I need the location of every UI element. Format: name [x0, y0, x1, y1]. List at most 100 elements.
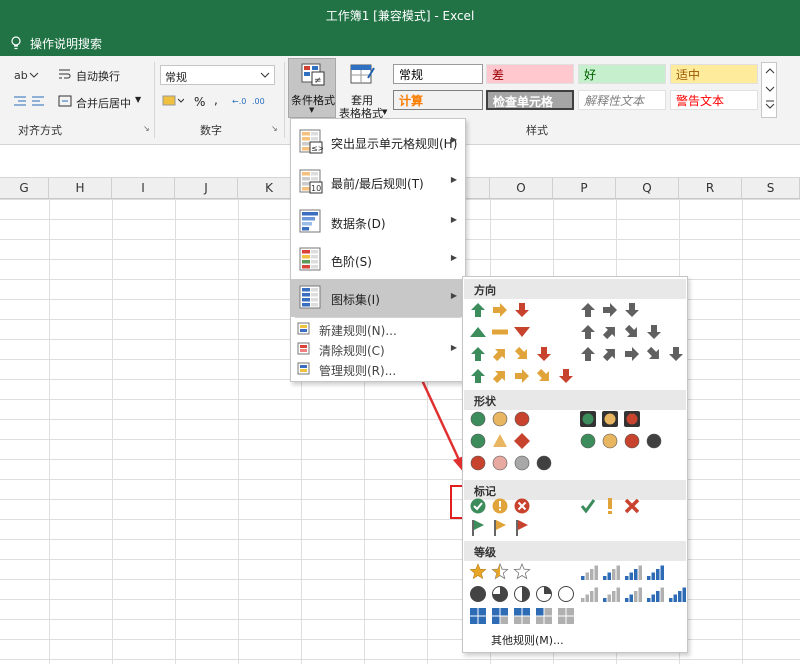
- red-to-black-icon: [470, 455, 552, 471]
- tell-me-bar[interactable]: 操作说明搜索: [0, 30, 800, 56]
- orientation-icon[interactable]: ab: [14, 68, 40, 82]
- 5-arrows-gray-icon: [581, 346, 683, 362]
- menu-item-new-rule[interactable]: 新建规则(N)...: [291, 319, 465, 339]
- 3-signs-icon-set[interactable]: [469, 430, 579, 452]
- styles-group-label: 样式: [526, 124, 548, 137]
- menu-item-manage-rules[interactable]: 管理规则(R)...: [291, 359, 465, 379]
- 3-arrows-gray-icon-set[interactable]: [579, 299, 689, 321]
- cell-style-6[interactable]: 检查单元格: [486, 90, 574, 110]
- menu-item-label: 管理规则(R)...: [319, 364, 397, 378]
- 3-flags-icon: [472, 520, 528, 536]
- divider: [154, 62, 155, 138]
- manage-rules-icon: [297, 362, 310, 375]
- currency-icon[interactable]: [162, 94, 184, 108]
- menu-divider: [295, 317, 461, 318]
- menu-item-top-bottom-rules[interactable]: 10 最前/最后规则(T) ▶: [291, 163, 465, 201]
- 3-flags-icon-set[interactable]: [469, 517, 579, 539]
- cell-style-4[interactable]: 适中: [670, 64, 758, 84]
- 3-arrows-colored-icon-set[interactable]: [469, 299, 579, 321]
- chevron-right-icon: ▶: [450, 253, 457, 262]
- chevron-right-icon: ▶: [450, 215, 457, 224]
- gallery-scroll[interactable]: [761, 62, 777, 118]
- chevron-down-icon[interactable]: ▼: [382, 108, 387, 116]
- window-title: 工作簿1 [兼容模式] - Excel: [325, 9, 475, 23]
- menu-item-color-scales[interactable]: 色阶(S) ▶: [291, 241, 465, 279]
- more-rules-link[interactable]: 其他规则(M)...: [491, 632, 564, 648]
- dialog-launcher-icon[interactable]: ↘: [143, 124, 150, 133]
- 5-arrows-colored-icon: [471, 368, 573, 384]
- section-title: 方向: [474, 284, 496, 297]
- 3-stars-icon-set[interactable]: [469, 561, 579, 583]
- title-bar: 工作簿1 [兼容模式] - Excel: [0, 0, 800, 30]
- 3-traffic-lights-rimmed-icon-set[interactable]: [579, 408, 689, 430]
- 3-symbols-icon-set[interactable]: [579, 495, 689, 517]
- menu-item-data-bars[interactable]: 数据条(D) ▶: [291, 203, 465, 241]
- column-header[interactable]: H: [49, 178, 112, 198]
- number-format-select[interactable]: 常规: [160, 65, 275, 85]
- svg-text:←.0: ←.0: [232, 97, 246, 106]
- column-header[interactable]: R: [679, 178, 742, 198]
- number-group-label: 数字: [200, 124, 222, 137]
- chevron-down-icon: ▼: [309, 106, 315, 114]
- cell-style-1[interactable]: 常规: [393, 64, 483, 84]
- 3-traffic-lights-icon-set[interactable]: [469, 408, 579, 430]
- column-header[interactable]: G: [0, 178, 49, 198]
- icon-sets-panel: 方向 形状 标记 等级 其他规则(M)...: [462, 276, 688, 653]
- 3-symbols-circled-icon-set[interactable]: [469, 495, 579, 517]
- 3-triangles-icon-set[interactable]: [469, 321, 579, 343]
- red-to-black-icon-set[interactable]: [469, 452, 579, 474]
- svg-text:≤>: ≤>: [311, 144, 323, 153]
- clear-rules-icon: [297, 342, 310, 355]
- 4-arrows-colored-icon-set[interactable]: [469, 343, 579, 365]
- icon-sets-icon: [299, 285, 321, 309]
- 4-arrows-gray-icon-set[interactable]: [579, 321, 689, 343]
- 4-ratings-icon-set[interactable]: [579, 561, 689, 583]
- 4-traffic-lights-icon-set[interactable]: [579, 430, 689, 452]
- column-header[interactable]: I: [112, 178, 175, 198]
- column-header[interactable]: S: [742, 178, 800, 198]
- icon-set-section-header: 方向: [464, 279, 686, 299]
- section-title: 形状: [474, 395, 496, 408]
- 5-arrows-gray-icon-set[interactable]: [579, 343, 689, 365]
- chevron-down-icon[interactable]: ▼: [135, 95, 141, 104]
- percent-button[interactable]: %: [194, 95, 205, 109]
- merge-center-button[interactable]: 合并后居中: [76, 95, 131, 111]
- cell-style-3[interactable]: 好: [578, 64, 666, 84]
- column-header[interactable]: Q: [616, 178, 679, 198]
- comma-button[interactable]: ,: [214, 93, 218, 107]
- 3-signs-icon: [470, 433, 530, 449]
- 3-triangles-icon: [470, 327, 530, 337]
- svg-text:.00: .00: [252, 97, 265, 106]
- menu-item-label: 色阶(S): [331, 255, 372, 269]
- conditional-format-menu: ≤> 突出显示单元格规则(H) ▶ 10 最前/最后规则(T) ▶ 数据条(D) ▶ 色阶(S)…: [290, 118, 466, 382]
- conditional-format-button[interactable]: ≠ 条件格式 ▼: [288, 58, 336, 118]
- icon-set-section-header: 形状: [464, 390, 686, 410]
- menu-item-highlight-rules[interactable]: ≤> 突出显示单元格规则(H) ▶: [291, 123, 465, 161]
- menu-item-clear-rules[interactable]: 清除规则(C) ▶: [291, 339, 465, 359]
- wrap-text-button[interactable]: 自动换行: [76, 68, 120, 84]
- svg-text:ab: ab: [14, 69, 28, 82]
- cell-style-2[interactable]: 差: [486, 64, 574, 84]
- cell-style-5[interactable]: 计算: [393, 90, 483, 110]
- menu-item-icon-sets[interactable]: 图标集(I) ▶: [291, 279, 465, 317]
- table-format-icon[interactable]: [350, 62, 376, 88]
- 5-boxes-icon-set[interactable]: [469, 605, 579, 627]
- 5-ratings-icon-set[interactable]: [579, 583, 689, 605]
- decimal-icons[interactable]: ←.0 .00: [232, 94, 272, 108]
- section-title: 等级: [474, 546, 496, 559]
- cell-style-8[interactable]: 警告文本: [670, 90, 758, 110]
- dialog-launcher-icon[interactable]: ↘: [271, 124, 278, 133]
- 5-quarters-icon-set[interactable]: [469, 583, 579, 605]
- new-rule-icon: [297, 322, 310, 335]
- indent-icon[interactable]: [12, 94, 46, 108]
- cell-style-7[interactable]: 解释性文本: [578, 90, 666, 110]
- menu-item-label: 数据条(D): [331, 217, 386, 231]
- column-header[interactable]: J: [175, 178, 238, 198]
- column-header[interactable]: P: [553, 178, 616, 198]
- 5-arrows-colored-icon-set[interactable]: [469, 365, 579, 387]
- 5-ratings-icon: [581, 587, 686, 602]
- 5-boxes-icon: [470, 608, 574, 624]
- chevron-right-icon: ▶: [450, 175, 457, 184]
- column-header[interactable]: O: [490, 178, 553, 198]
- chevron-right-icon: ▶: [450, 343, 457, 352]
